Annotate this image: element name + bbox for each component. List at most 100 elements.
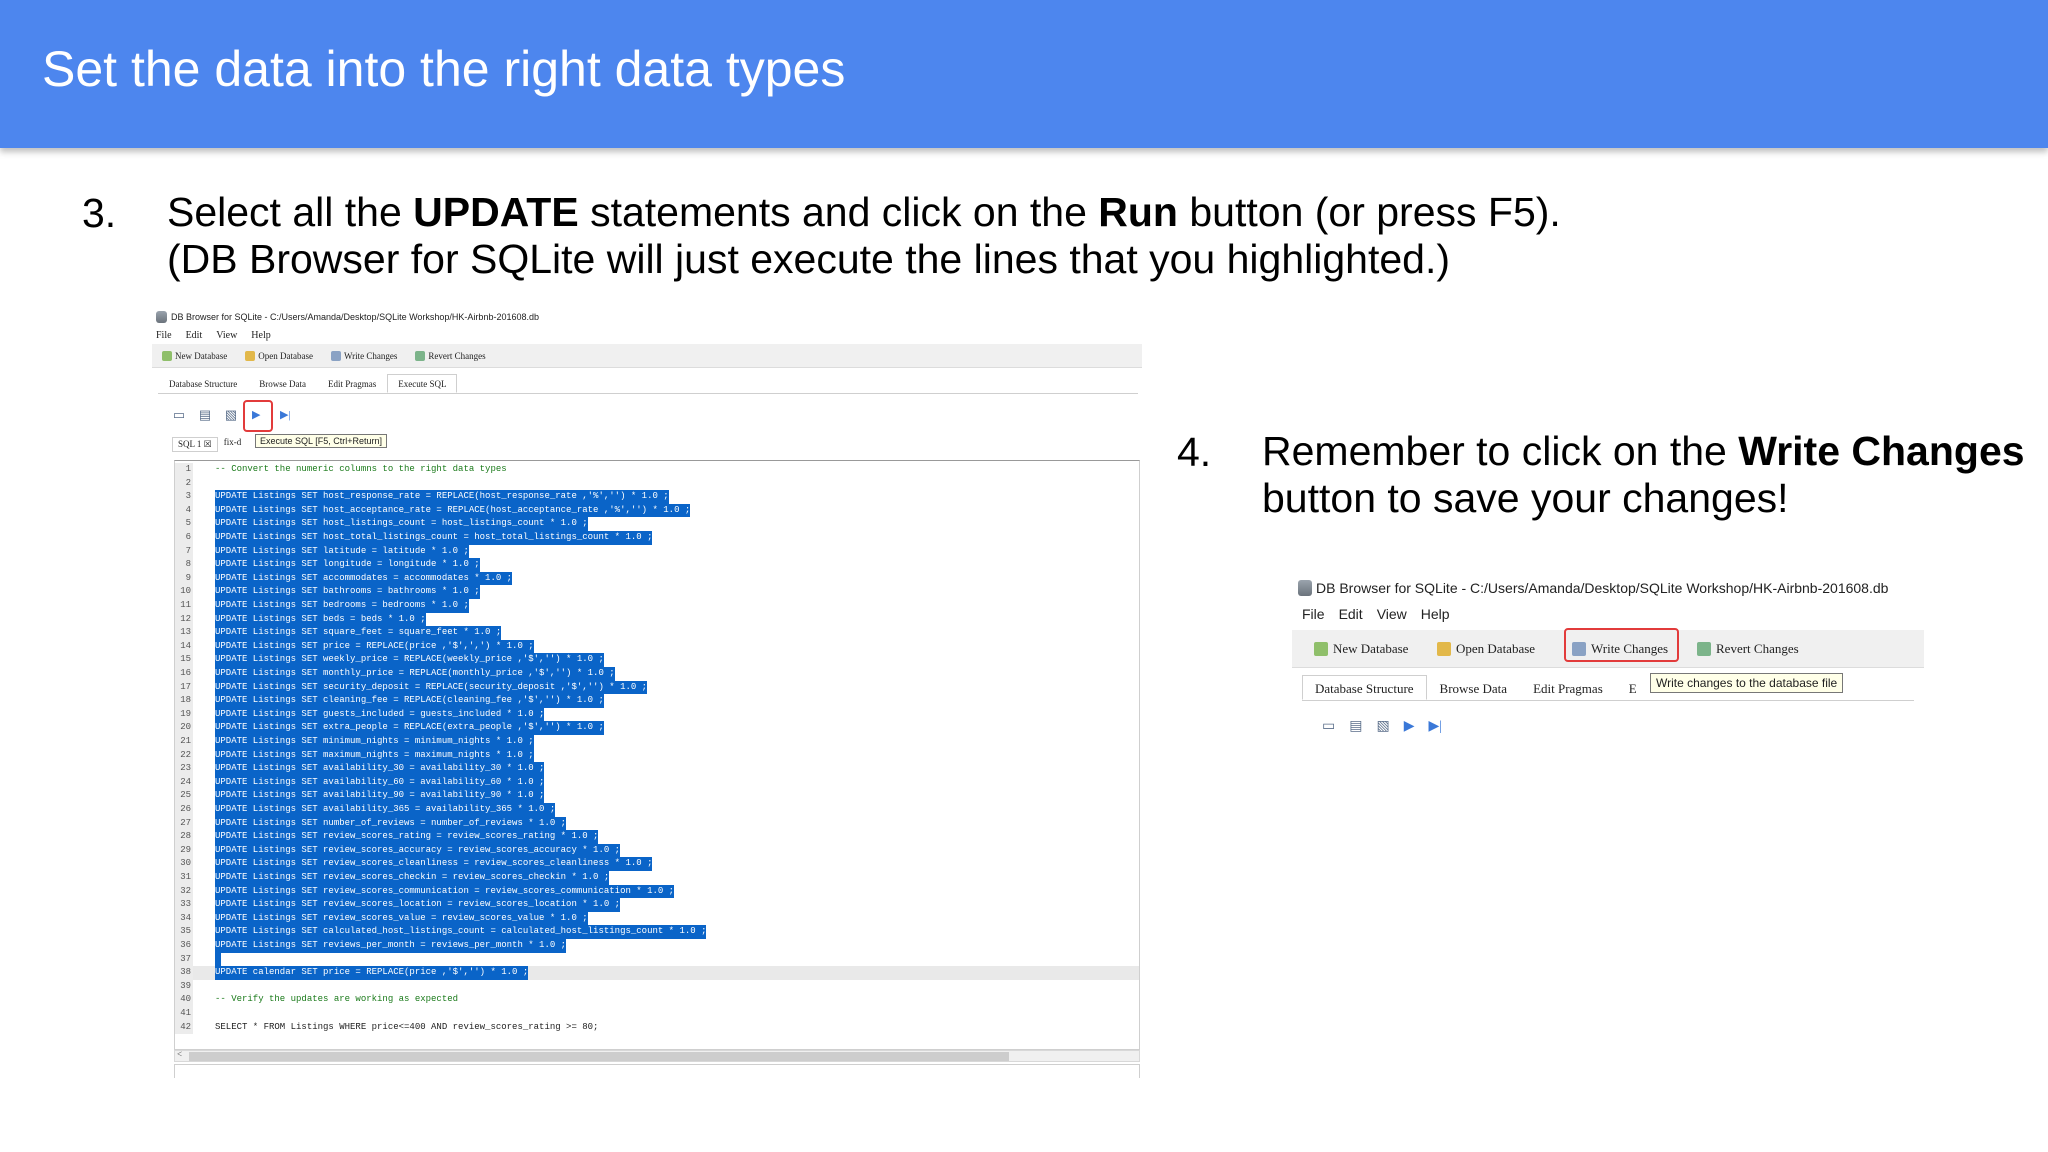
editor-line[interactable]: 14 UPDATE Listings SET price = REPLACE(pr… [175,639,1139,654]
line-number: 37 [175,952,193,967]
execute-line-icon[interactable]: ▶| [1428,718,1442,735]
sql-editor[interactable]: 1 -- Convert the numeric columns to the r… [174,460,1140,1050]
editor-line[interactable]: 5 UPDATE Listings SET host_listings_count… [175,517,1139,531]
play-icon[interactable]: ▶ [1404,718,1415,735]
results-pane [174,1064,1140,1078]
line-number: 34 [175,911,193,926]
editor-line[interactable]: 23 UPDATE Listings SET availability_30 = … [175,762,1139,776]
revert-changes-button[interactable]: Revert Changes [415,350,486,361]
editor-line[interactable]: 20 UPDATE Listings SET extra_people = REP… [175,721,1139,735]
editor-line[interactable]: 19 UPDATE Listings SET guests_included = … [175,707,1139,722]
menu-help[interactable]: Help [251,330,270,341]
save-results-icon[interactable]: ▧ [224,408,238,422]
editor-line[interactable]: 8 UPDATE Listings SET longitude = longitu… [175,558,1139,572]
code-text: UPDATE Listings SET availability_365 = a… [215,803,556,817]
editor-line[interactable]: 26 UPDATE Listings SET availability_365 =… [175,803,1139,817]
write-changes-button[interactable]: Write Changes [330,350,397,361]
horizontal-scrollbar[interactable]: < [174,1049,1140,1062]
editor-line[interactable]: 39 [175,979,1139,994]
menu-file[interactable]: File [1302,606,1325,622]
editor-line[interactable]: 18 UPDATE Listings SET cleaning_fee = REP… [175,694,1139,708]
save-sql-icon[interactable]: ▤ [198,408,212,422]
editor-line[interactable]: 33 UPDATE Listings SET review_scores_loca… [175,898,1139,912]
editor-line[interactable]: 27 UPDATE Listings SET number_of_reviews … [175,816,1139,831]
code-text: UPDATE Listings SET availability_30 = av… [215,762,545,776]
save-results-icon[interactable]: ▧ [1376,718,1389,735]
editor-line[interactable]: 38 UPDATE calendar SET price = REPLACE(pr… [175,966,1139,980]
line-number: 17 [175,680,193,695]
editor-line[interactable]: 31 UPDATE Listings SET review_scores_chec… [175,871,1139,885]
tab-database-structure[interactable]: Database Structure [158,374,248,393]
open-tab-icon[interactable]: ▭ [172,408,186,422]
editor-line[interactable]: 35 UPDATE Listings SET calculated_host_li… [175,925,1139,939]
open-database-button[interactable]: Open Database [245,350,313,361]
sql-editor-toolbar: ▭ ▤ ▧ ▶ ▶| [1322,718,1442,735]
editor-line[interactable]: 41 [175,1007,1139,1021]
scrollbar-thumb[interactable] [189,1052,1009,1061]
execute-line-icon[interactable]: ▶| [280,408,291,421]
editor-line[interactable]: 22 UPDATE Listings SET maximum_nights = m… [175,748,1139,763]
run-button-highlight[interactable] [243,400,273,432]
menu-file[interactable]: File [156,330,172,341]
editor-line[interactable]: 40 -- Verify the updates are working as e… [175,993,1139,1007]
new-database-button[interactable]: New Database [162,350,227,361]
editor-line[interactable]: 21 UPDATE Listings SET minimum_nights = m… [175,735,1139,749]
revert-changes-button[interactable]: Revert Changes [1697,641,1799,657]
tab-browse-data[interactable]: Browse Data [248,374,317,393]
tab-execute-sql[interactable]: E [1616,675,1650,700]
write-changes-highlight[interactable] [1564,628,1679,662]
editor-line[interactable]: 2 [175,476,1139,491]
editor-line[interactable]: 6 UPDATE Listings SET host_total_listings… [175,531,1139,545]
code-text [215,952,221,967]
code-text: UPDATE calendar SET price = REPLACE(pric… [215,966,529,980]
editor-line[interactable]: 15 UPDATE Listings SET weekly_price = REP… [175,653,1139,667]
editor-line[interactable]: 37 [175,952,1139,967]
editor-line[interactable]: 42 SELECT * FROM Listings WHERE price<=40… [175,1020,1139,1035]
step3-line1-e: button (or press F5). [1177,189,1561,235]
tab-browse-data[interactable]: Browse Data [1427,675,1521,700]
code-text: UPDATE Listings SET security_deposit = R… [215,680,648,695]
editor-line[interactable]: 7 UPDATE Listings SET latitude = latitude… [175,544,1139,559]
editor-line[interactable]: 34 UPDATE Listings SET review_scores_valu… [175,911,1139,926]
line-number: 32 [175,884,193,899]
editor-line[interactable]: 9 UPDATE Listings SET accommodates = acco… [175,571,1139,586]
menu-view[interactable]: View [216,330,237,341]
line-number: 20 [175,721,193,735]
editor-line[interactable]: 1 -- Convert the numeric columns to the r… [175,463,1139,477]
tab-edit-pragmas[interactable]: Edit Pragmas [1520,675,1616,700]
editor-line[interactable]: 12 UPDATE Listings SET beds = beds * 1.0 … [175,612,1139,627]
menu-view[interactable]: View [1377,606,1407,622]
scroll-left-arrow[interactable]: < [177,1049,182,1059]
new-database-button[interactable]: New Database [1314,641,1408,657]
open-database-button[interactable]: Open Database [1437,641,1535,657]
open-tab-icon[interactable]: ▭ [1322,718,1335,735]
editor-line[interactable]: 11 UPDATE Listings SET bedrooms = bedroom… [175,599,1139,613]
editor-line[interactable]: 30 UPDATE Listings SET review_scores_clea… [175,857,1139,871]
editor-line[interactable]: 17 UPDATE Listings SET security_deposit =… [175,680,1139,695]
editor-line[interactable]: 32 UPDATE Listings SET review_scores_comm… [175,884,1139,899]
editor-line[interactable]: 4 UPDATE Listings SET host_acceptance_rat… [175,503,1139,518]
sql-tab-2[interactable]: fix-d [224,437,242,452]
close-icon[interactable]: ☒ [204,439,212,449]
editor-line[interactable]: 16 UPDATE Listings SET monthly_price = RE… [175,667,1139,681]
editor-line[interactable]: 25 UPDATE Listings SET availability_90 = … [175,789,1139,803]
tab-execute-sql[interactable]: Execute SQL [387,374,458,393]
code-text: UPDATE Listings SET price = REPLACE(pric… [215,639,534,654]
menu-edit[interactable]: Edit [186,330,203,341]
editor-line[interactable]: 24 UPDATE Listings SET availability_60 = … [175,775,1139,790]
editor-line[interactable]: 3 UPDATE Listings SET host_response_rate … [175,490,1139,504]
editor-line[interactable]: 13 UPDATE Listings SET square_feet = squa… [175,626,1139,640]
editor-line[interactable]: 36 UPDATE Listings SET reviews_per_month … [175,939,1139,953]
editor-line[interactable]: 29 UPDATE Listings SET review_scores_accu… [175,843,1139,858]
tab-database-structure[interactable]: Database Structure [1302,675,1427,700]
editor-line[interactable]: 10 UPDATE Listings SET bathrooms = bathro… [175,585,1139,599]
line-number: 5 [175,517,193,531]
menu-help[interactable]: Help [1421,606,1450,622]
save-sql-icon[interactable]: ▤ [1349,718,1362,735]
tab-edit-pragmas[interactable]: Edit Pragmas [317,374,387,393]
line-number: 41 [175,1007,193,1021]
editor-line[interactable]: 28 UPDATE Listings SET review_scores_rati… [175,830,1139,844]
line-number: 27 [175,816,193,831]
menu-edit[interactable]: Edit [1339,606,1363,622]
sql-tab-1[interactable]: SQL 1 ☒ [172,437,218,452]
